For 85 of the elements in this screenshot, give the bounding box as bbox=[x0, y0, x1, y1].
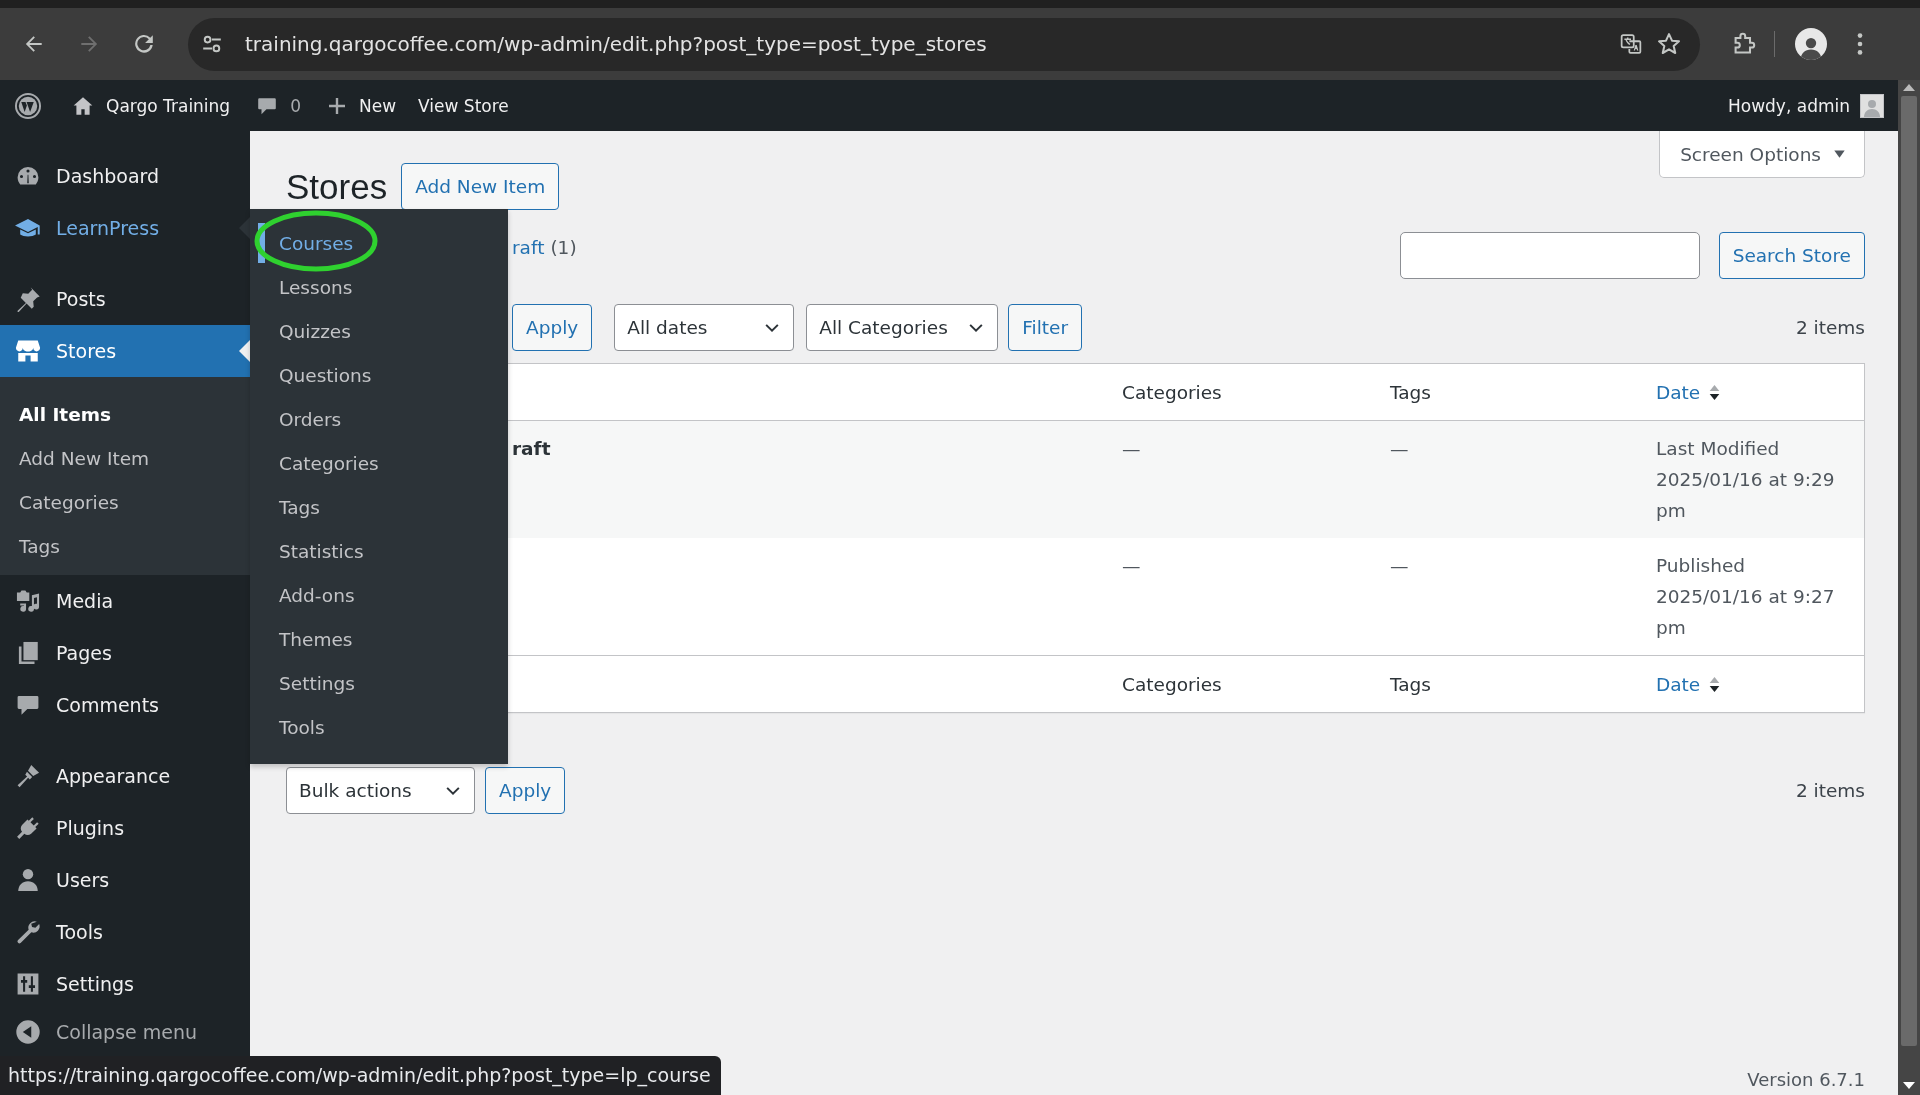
account-link[interactable]: Howdy, admin bbox=[1728, 80, 1898, 131]
comments-link[interactable]: 0 bbox=[256, 80, 301, 131]
table-cell-text: Published 2025/01/16 at 9:27 pm bbox=[1655, 554, 1836, 640]
menu-item[interactable]: Appearance bbox=[0, 750, 250, 802]
view-store-link[interactable]: View Store bbox=[418, 80, 509, 131]
flyout-menu-item[interactable]: Orders bbox=[250, 397, 508, 441]
pushpin-icon bbox=[15, 286, 41, 312]
sliders-icon bbox=[15, 971, 41, 997]
status-filter-link[interactable]: raft bbox=[512, 232, 545, 264]
flyout-menu-item[interactable]: Add-ons bbox=[250, 573, 508, 617]
menu-item[interactable]: Posts bbox=[0, 273, 250, 325]
menu-item[interactable]: Users bbox=[0, 854, 250, 906]
flyout-menu-item[interactable]: Categories bbox=[250, 441, 508, 485]
arrow-right-icon bbox=[78, 33, 100, 55]
table-cell-text: — bbox=[1121, 554, 1142, 578]
column-sort-link[interactable]: Date bbox=[1656, 673, 1721, 695]
screen-options-button[interactable]: Screen Options bbox=[1659, 131, 1865, 178]
table-cell-text: — bbox=[1121, 437, 1142, 461]
menu-item[interactable]: Media bbox=[0, 575, 250, 627]
menu-item[interactable]: Plugins bbox=[0, 802, 250, 854]
table-cell-text: Last Modified 2025/01/16 at 9:29 pm bbox=[1655, 437, 1836, 523]
puzzle-icon bbox=[1732, 32, 1756, 56]
flyout-menu-item[interactable]: Questions bbox=[250, 353, 508, 397]
address-bar[interactable]: training.qargocoffee.com/wp-admin/edit.php?post_type=post_type_stores bbox=[188, 17, 1700, 71]
media-icon bbox=[15, 588, 41, 614]
menu-item[interactable]: Dashboard bbox=[0, 150, 250, 202]
collapse-menu-button[interactable]: Collapse menu bbox=[0, 1010, 204, 1054]
column-heading: Tags bbox=[1390, 381, 1431, 403]
submenu-item[interactable]: All Items bbox=[0, 392, 250, 436]
table-cell-text: — bbox=[1389, 554, 1410, 578]
tune-icon bbox=[201, 33, 223, 55]
bulk-actions-dropdown[interactable]: Bulk actions bbox=[286, 767, 475, 814]
sort-icon bbox=[1709, 676, 1721, 692]
flyout-menu-item[interactable]: Tools bbox=[250, 705, 508, 749]
item-count-text: 2 items bbox=[1795, 317, 1865, 338]
add-new-button[interactable]: Add New Item bbox=[401, 163, 560, 210]
flyout-menu-item[interactable]: Themes bbox=[250, 617, 508, 661]
flyout-menu-item[interactable]: Lessons bbox=[250, 265, 508, 309]
url-text: training.qargocoffee.com/wp-admin/edit.php?post_type=post_type_stores bbox=[245, 32, 988, 56]
search-button[interactable]: Search Store bbox=[1718, 232, 1865, 279]
submenu-item[interactable]: Add New Item bbox=[0, 436, 250, 480]
column-heading: Tags bbox=[1390, 673, 1431, 695]
submenu-item[interactable]: Tags bbox=[0, 524, 250, 568]
column-sort-link[interactable]: Date bbox=[1656, 381, 1721, 403]
column-heading: Categories bbox=[1122, 673, 1222, 695]
menu-item[interactable]: Pages bbox=[0, 627, 250, 679]
translate-icon bbox=[1620, 33, 1642, 55]
paintbrush-icon bbox=[15, 763, 41, 789]
apply-button[interactable]: Apply bbox=[512, 304, 593, 351]
kebab-menu-icon bbox=[1857, 33, 1863, 55]
new-content-link[interactable]: New bbox=[327, 80, 397, 131]
site-name-link[interactable]: Qargo Training bbox=[72, 80, 231, 131]
user-icon bbox=[15, 867, 41, 893]
count-text: (1) bbox=[550, 236, 577, 260]
plug-icon bbox=[15, 815, 41, 841]
submenu-item[interactable]: Categories bbox=[0, 480, 250, 524]
version-text: Version 6.7.1 bbox=[1747, 1069, 1865, 1092]
search-field[interactable] bbox=[1399, 232, 1700, 279]
collapse-icon bbox=[15, 1019, 41, 1045]
item-count-text: 2 items bbox=[1795, 780, 1865, 801]
column-heading: Categories bbox=[1122, 381, 1222, 403]
flyout-menu-item[interactable]: Quizzes bbox=[250, 309, 508, 353]
menu-item[interactable]: Tools bbox=[0, 906, 250, 958]
apply-button[interactable]: Apply bbox=[485, 767, 566, 814]
menu-item[interactable]: Stores bbox=[0, 325, 250, 377]
logo-icon bbox=[14, 91, 42, 120]
table-cell-text: — bbox=[1389, 437, 1410, 461]
filter-dropdown[interactable]: All dates bbox=[614, 304, 795, 351]
flyout-menu-item[interactable]: Courses bbox=[250, 221, 508, 265]
flyout-menu-item[interactable]: Statistics bbox=[250, 529, 508, 573]
storefront-icon bbox=[15, 338, 41, 364]
filter-dropdown[interactable]: All Categories bbox=[806, 304, 999, 351]
row-title-link[interactable]: raft bbox=[512, 438, 551, 459]
wrench-icon bbox=[15, 919, 41, 945]
reload-icon bbox=[133, 33, 155, 55]
star-icon bbox=[1657, 32, 1681, 56]
menu-item[interactable]: Comments bbox=[0, 679, 250, 731]
menu-item[interactable]: Settings bbox=[0, 958, 250, 1010]
arrow-left-icon bbox=[23, 33, 45, 55]
filter-button[interactable]: Filter bbox=[1008, 304, 1083, 351]
sort-icon bbox=[1709, 384, 1721, 400]
page-title: Stores bbox=[286, 166, 388, 207]
plus-icon bbox=[327, 95, 347, 116]
flyout-menu-item[interactable]: Settings bbox=[250, 661, 508, 705]
flyout-menu-item[interactable]: Tags bbox=[250, 485, 508, 529]
